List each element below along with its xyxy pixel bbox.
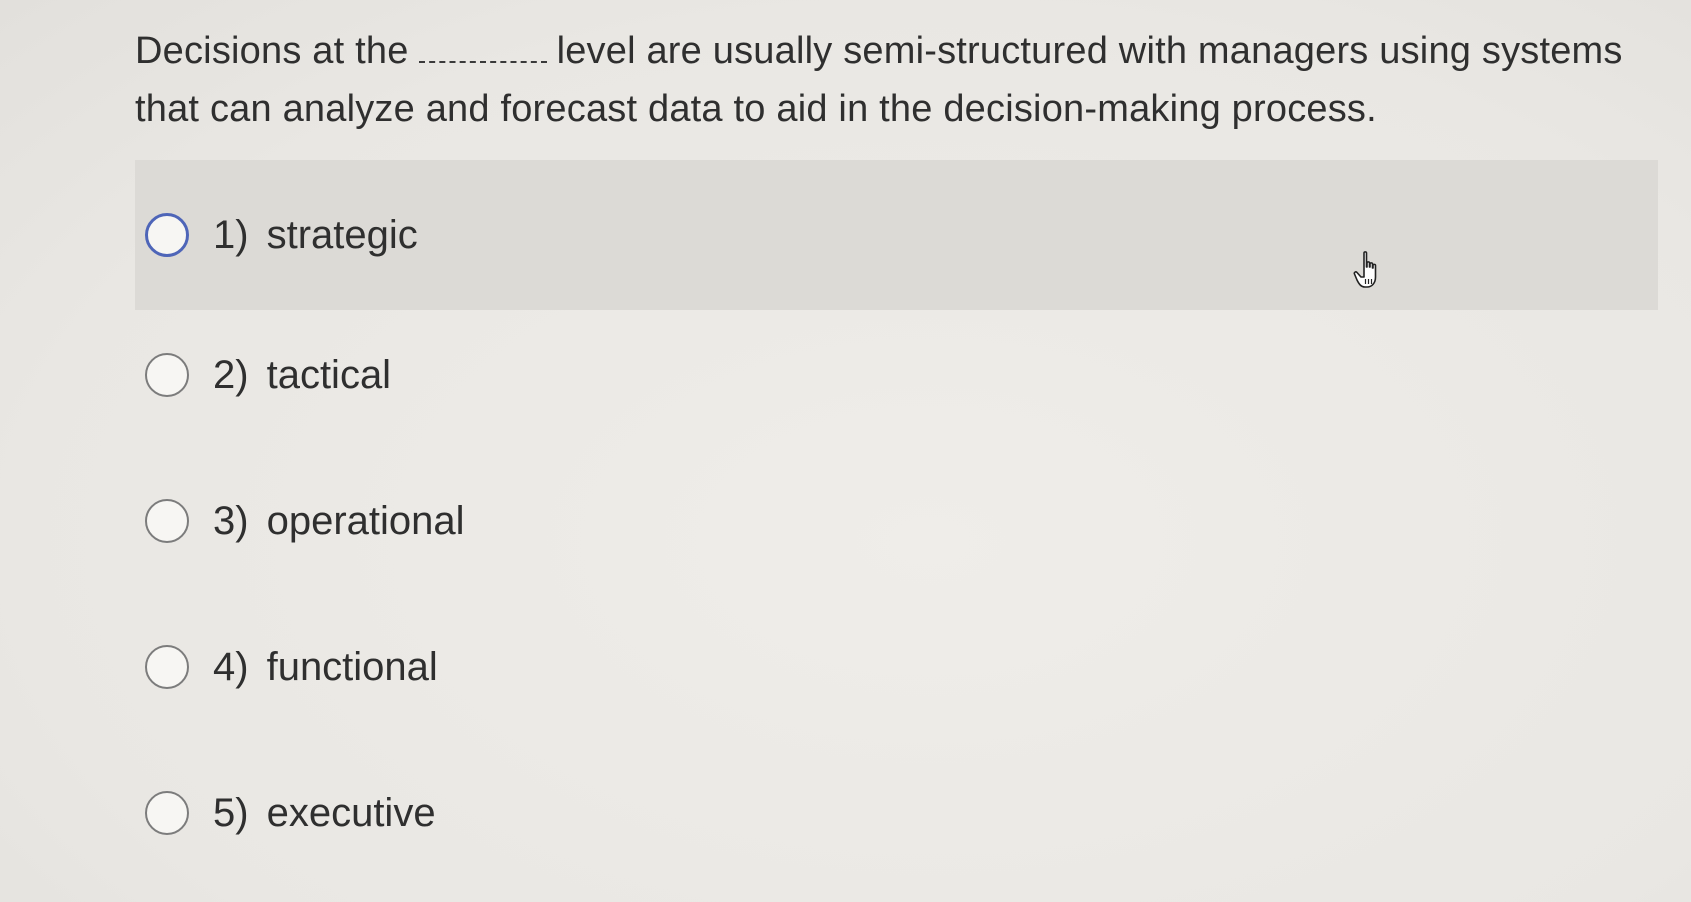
option-5[interactable]: 5) executive — [135, 738, 1658, 888]
question-part-1: Decisions at the — [135, 30, 409, 72]
radio-button-2[interactable] — [145, 353, 189, 397]
option-4-number: 4) — [213, 644, 249, 689]
option-5-label: executive — [266, 790, 436, 835]
option-2[interactable]: 2) tactical — [135, 300, 1658, 450]
radio-button-3[interactable] — [145, 499, 189, 543]
hand-pointer-icon — [1353, 251, 1377, 288]
option-5-number: 5) — [213, 790, 249, 835]
option-3-label: operational — [266, 498, 465, 543]
blank-line — [418, 33, 547, 63]
radio-button-4[interactable] — [145, 645, 189, 689]
question-text: Decisions at the level are usually semi-s… — [135, 22, 1665, 138]
option-2-label: tactical — [266, 352, 392, 397]
option-4-label: functional — [266, 644, 438, 689]
option-3[interactable]: 3) operational — [135, 446, 1658, 596]
option-4[interactable]: 4) functional — [135, 592, 1658, 742]
option-1-text: 1) strategic — [213, 213, 418, 258]
radio-button-5[interactable] — [145, 791, 189, 835]
option-4-text: 4) functional — [213, 645, 438, 690]
option-1-label: strategic — [266, 212, 418, 257]
option-3-number: 3) — [213, 498, 249, 543]
radio-button-1[interactable] — [145, 213, 189, 257]
option-2-text: 2) tactical — [213, 353, 391, 398]
option-5-text: 5) executive — [213, 791, 436, 836]
option-1[interactable]: 1) strategic — [135, 160, 1658, 310]
option-1-number: 1) — [213, 212, 249, 257]
option-2-number: 2) — [213, 352, 249, 397]
option-3-text: 3) operational — [213, 499, 465, 544]
